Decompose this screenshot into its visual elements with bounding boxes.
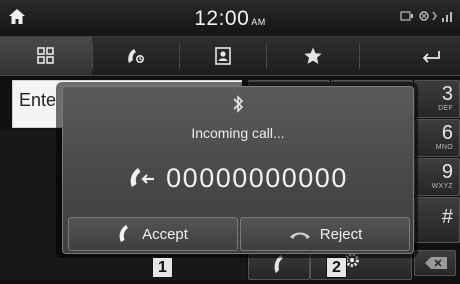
key-letters: WXYZ [431,183,453,190]
key-digit: # [441,206,453,228]
key-digit: 9 [441,161,453,183]
favorites-star-icon [304,47,322,64]
key-9[interactable]: 9 WXYZ [414,158,460,196]
key-letters: MNO [435,144,453,151]
reject-label: Reject [319,225,363,243]
clock-ampm: AM [251,17,266,27]
clock-time: 12:00 [194,7,250,30]
number-input-text: Ente [19,90,57,110]
clock: 12:00 AM [0,7,460,31]
tab-bar [0,37,460,76]
status-icons [400,8,456,27]
contacts-icon [215,47,231,65]
keypad-icon [37,47,54,64]
key-6[interactable]: 6 MNO [414,119,460,157]
accept-label: Accept [142,225,188,243]
incoming-call-icon [130,168,155,187]
back-icon [422,51,440,63]
popup-title: Incoming call... [191,125,285,141]
key-hash[interactable]: # [414,197,460,243]
key-letters: DEF [438,105,453,112]
back-button[interactable] [360,37,460,75]
tab-contacts[interactable] [180,37,266,75]
tab-recent-calls[interactable] [93,37,179,75]
accept-button[interactable]: Accept [68,217,238,251]
callout-marker-2: 2 [326,257,347,278]
key-digit: 6 [441,122,453,144]
caller-row: 00000000000 [63,161,413,195]
delete-button[interactable] [414,250,456,276]
reject-phone-icon [289,232,310,239]
reject-button[interactable]: Reject [240,217,410,251]
key-digit: 3 [441,83,453,105]
bluetooth-icon [63,93,413,115]
key-3[interactable]: 3 DEF [414,80,460,118]
callout-marker-1: 1 [152,257,173,278]
tab-favorites[interactable] [267,37,359,75]
caller-number: 00000000000 [166,162,348,193]
recent-calls-icon [128,49,145,64]
tab-keypad[interactable] [0,37,92,75]
status-bar: 12:00 AM [0,0,460,37]
incoming-call-popup: Incoming call... 00000000000 Accept Reje… [62,86,414,254]
backspace-icon [425,257,447,269]
accept-phone-icon [119,225,129,242]
